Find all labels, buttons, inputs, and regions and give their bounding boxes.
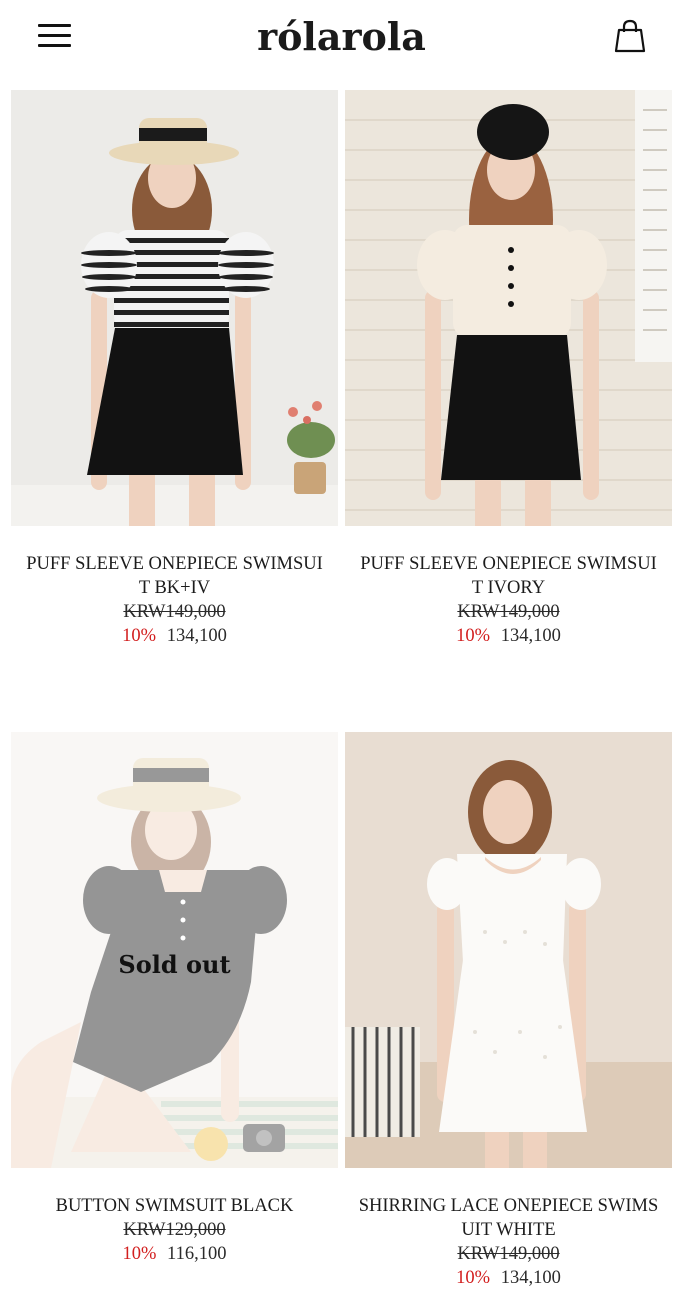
shopping-bag-icon[interactable] — [612, 18, 648, 54]
brand-logo[interactable]: rólarola — [0, 14, 683, 59]
product-image[interactable] — [345, 732, 672, 1168]
discount-percent: 10% — [456, 626, 491, 646]
sale-price: 134,100 — [500, 626, 561, 646]
original-price: KRW129,000 — [123, 1220, 226, 1240]
original-price: KRW149,000 — [457, 1244, 560, 1264]
sale-price: 134,100 — [166, 626, 227, 646]
product-name[interactable]: PUFF SLEEVE ONEPIECE SWIMSUI T IVORY — [345, 552, 672, 600]
product-name-line-1: PUFF SLEEVE ONEPIECE SWIMSUI — [26, 554, 323, 574]
original-price: KRW149,000 — [457, 602, 560, 622]
product-name[interactable]: PUFF SLEEVE ONEPIECE SWIMSUI T BK+IV — [11, 552, 338, 600]
sale-price-row: 10% 134,100 — [11, 624, 338, 648]
product-image[interactable]: Sold out — [11, 732, 338, 1168]
product-name[interactable]: BUTTON SWIMSUIT BLACK — [11, 1194, 338, 1218]
discount-percent: 10% — [456, 1268, 491, 1288]
sale-price-row: 10% 116,100 — [11, 1242, 338, 1266]
product-name-line-1: BUTTON SWIMSUIT BLACK — [55, 1196, 294, 1216]
product-image[interactable] — [11, 90, 338, 526]
product-name[interactable]: SHIRRING LACE ONEPIECE SWIMS UIT WHITE — [345, 1194, 672, 1242]
sale-price: 134,100 — [500, 1268, 561, 1288]
discount-percent: 10% — [122, 626, 157, 646]
sale-price-row: 10% 134,100 — [345, 1266, 672, 1290]
sale-price: 116,100 — [167, 1244, 227, 1264]
product-name-line-2: T IVORY — [471, 578, 546, 598]
sale-price-row: 10% 134,100 — [345, 624, 672, 648]
top-header: rólarola — [0, 0, 683, 80]
product-name-line-1: SHIRRING LACE ONEPIECE SWIMS — [358, 1196, 659, 1216]
discount-percent: 10% — [122, 1244, 157, 1264]
sold-out-label: Sold out — [118, 950, 231, 979]
product-image[interactable] — [345, 90, 672, 526]
original-price: KRW149,000 — [123, 602, 226, 622]
product-name-line-2: UIT WHITE — [461, 1220, 556, 1240]
product-name-line-1: PUFF SLEEVE ONEPIECE SWIMSUI — [360, 554, 657, 574]
product-name-line-2: T BK+IV — [138, 578, 211, 598]
